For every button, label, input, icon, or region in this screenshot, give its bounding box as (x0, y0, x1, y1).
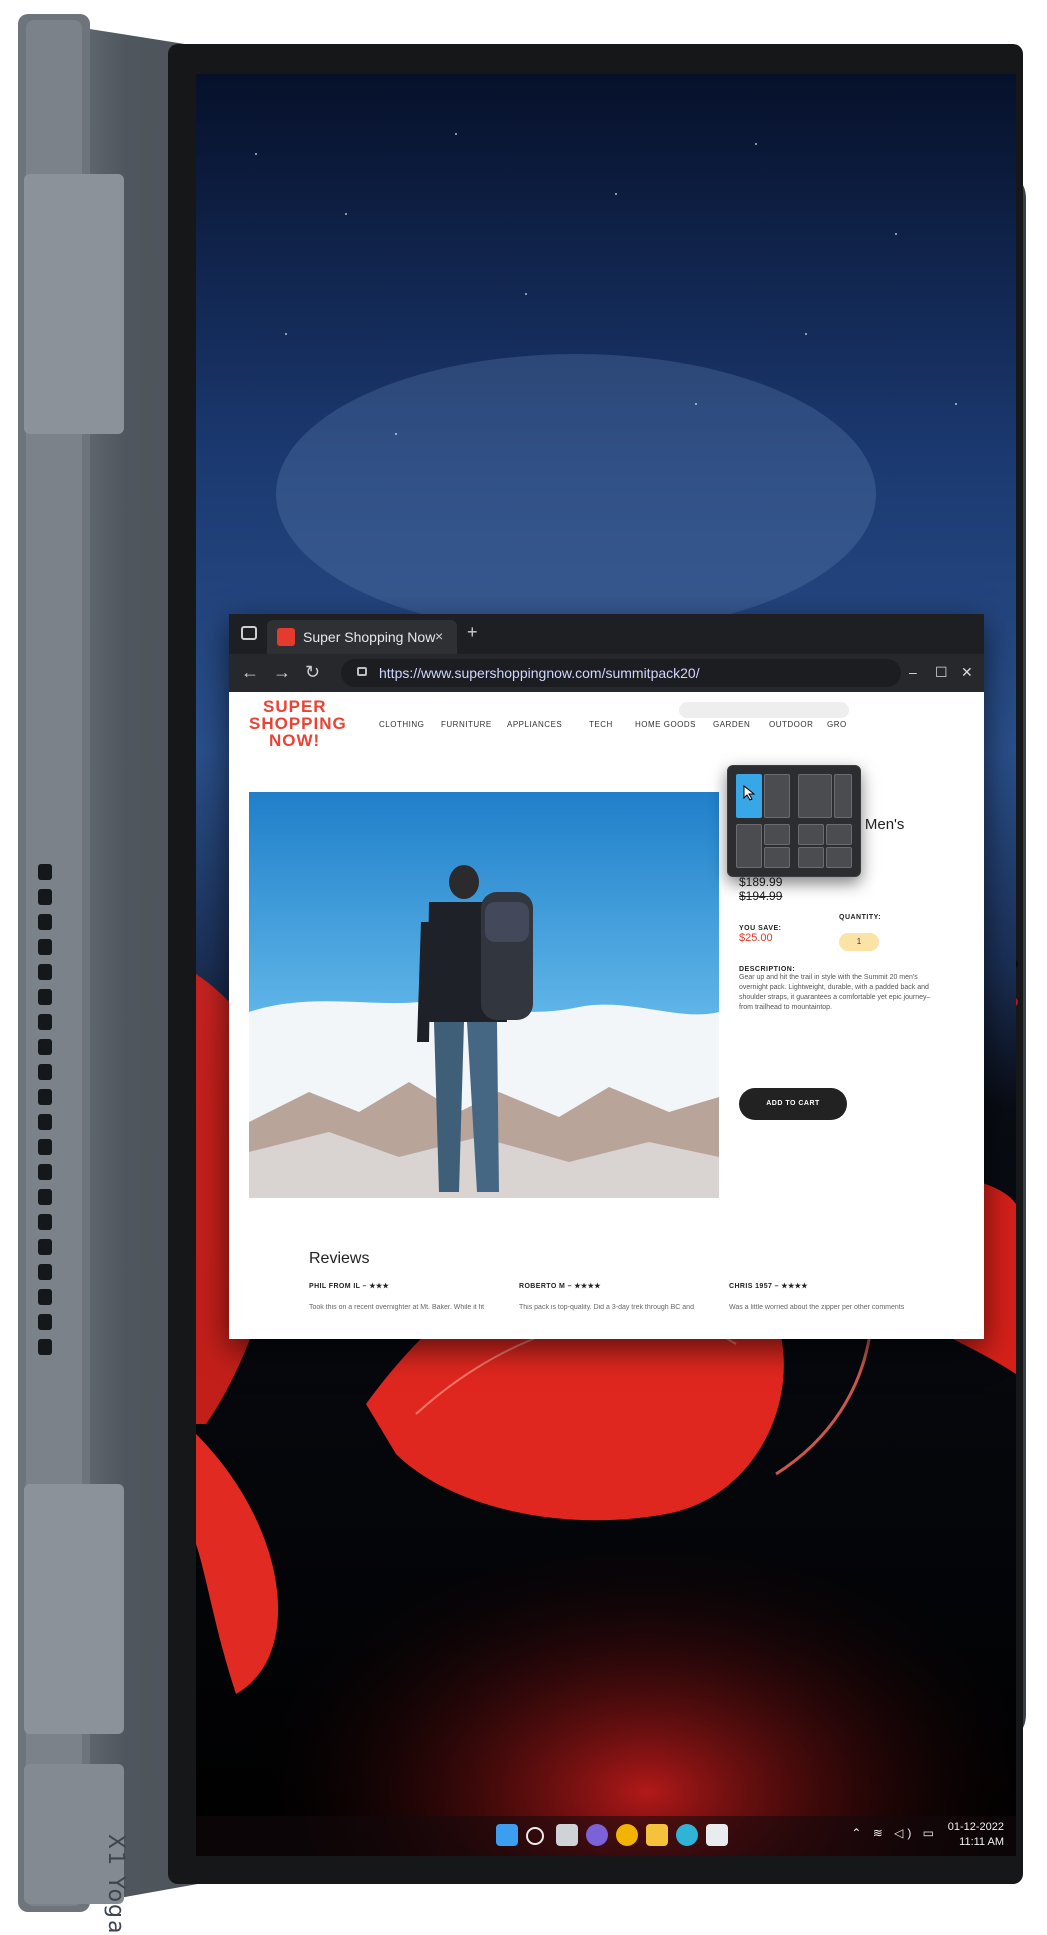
new-tab-icon[interactable]: + (467, 622, 478, 643)
menu-item-home-goods[interactable]: HOME GOODS (635, 720, 696, 729)
address-url[interactable]: https://www.supershoppingnow.com/summitp… (379, 665, 700, 681)
address-bar[interactable]: https://www.supershoppingnow.com/summitp… (341, 659, 901, 687)
task-view-icon[interactable] (556, 1824, 578, 1846)
description-label: DESCRIPTION: (739, 966, 796, 973)
screen: Super Shopping Now × + ← → ↻ https://www… (196, 74, 1016, 1856)
snap-zone-quad-tr[interactable] (826, 824, 852, 845)
maximize-icon[interactable]: ☐ (935, 664, 948, 681)
review-text: This pack is top-quality. Did a 3-day tr… (519, 1304, 694, 1311)
menu-item-garden[interactable]: GARDEN (713, 720, 750, 729)
review-item: ROBERTO M – ★★★★ This pack is top-qualit… (519, 1282, 709, 1311)
lock-icon (357, 667, 367, 676)
close-window-icon[interactable]: ✕ (961, 664, 973, 681)
review-text: Took this on a recent overnighter at Mt.… (309, 1304, 485, 1311)
current-price: $189.99 (739, 875, 783, 889)
review-text: Was a little worried about the zipper pe… (729, 1304, 905, 1311)
sidebar-toggle-icon[interactable] (241, 626, 257, 640)
logo-line-1: SUPER (263, 697, 327, 716)
laptop-device: Super Shopping Now × + ← → ↻ https://www… (18, 14, 1028, 1935)
menu-item-gro[interactable]: GRO (827, 720, 847, 729)
review-item: CHRIS 1957 – ★★★★ Was a little worried a… (729, 1282, 919, 1311)
snap-layouts-flyout (727, 765, 861, 877)
reload-icon[interactable]: ↻ (305, 662, 320, 683)
reviews-heading: Reviews (309, 1250, 370, 1267)
site-menu: CLOTHING FURNITURE APPLIANCES TECH HOME … (379, 720, 939, 740)
snap-zone-quad-tl[interactable] (798, 824, 824, 845)
clock-time: 11:11 AM (959, 1836, 1004, 1848)
price-block: LIST PRICE: $189.99 $194.99 QUANTITY: 1 … (739, 868, 969, 1011)
snap-zone-quad-bl[interactable] (798, 847, 824, 868)
system-tray[interactable]: ⌃ ≋ ◁) ▭ (851, 1826, 938, 1840)
tab-super-shopping-now[interactable]: Super Shopping Now × (267, 620, 457, 654)
site-logo[interactable]: SUPER SHOPPING NOW! (249, 698, 359, 758)
snap-zone-left-half[interactable] (736, 774, 762, 818)
taskbar-clock[interactable]: 01-12-2022 11:11 AM (948, 1820, 1004, 1850)
menu-item-tech[interactable]: TECH (589, 720, 613, 729)
review-item: PHIL FROM IL – ★★★ Took this on a recent… (309, 1282, 499, 1311)
snap-zone-top-right[interactable] (764, 824, 790, 845)
add-to-cart-button[interactable]: ADD TO CART (739, 1088, 847, 1120)
forward-icon[interactable]: → (273, 662, 291, 683)
logo-line-3: NOW! (269, 731, 321, 750)
menu-item-furniture[interactable]: FURNITURE (441, 720, 492, 729)
snap-zone-narrow-right[interactable] (834, 774, 852, 818)
review-author: ROBERTO M – ★★★★ (519, 1283, 601, 1290)
review-author: CHRIS 1957 – ★★★★ (729, 1283, 808, 1290)
file-explorer-icon[interactable] (646, 1824, 668, 1846)
snap-zone-bottom-right[interactable] (764, 847, 790, 868)
edge-icon[interactable] (676, 1824, 698, 1846)
site-favicon-icon (277, 628, 295, 646)
menu-item-appliances[interactable]: APPLIANCES (507, 720, 562, 729)
snap-zone-right-half[interactable] (764, 774, 790, 818)
notepad-icon[interactable] (706, 1824, 728, 1846)
chat-icon[interactable] (586, 1824, 608, 1846)
snap-zone-left-column[interactable] (736, 824, 762, 868)
menu-item-clothing[interactable]: CLOTHING (379, 720, 424, 729)
search-icon[interactable] (526, 1827, 544, 1845)
navigation-bar: ← → ↻ https://www.supershoppingnow.com/s… (229, 654, 984, 692)
tab-close-icon[interactable]: × (435, 628, 443, 644)
taskbar: ⌃ ≋ ◁) ▭ 01-12-2022 11:11 AM (196, 1816, 1016, 1856)
tab-title: Super Shopping Now (303, 629, 436, 645)
clock-date: 01-12-2022 (947, 1821, 1004, 1833)
quantity-stepper[interactable]: 1 (839, 933, 879, 951)
site-search-input[interactable] (679, 702, 849, 718)
you-save-label: YOU SAVE: (739, 925, 782, 932)
back-icon[interactable]: ← (241, 662, 259, 683)
web-page: SUPER SHOPPING NOW! CLOTHING FURNITURE A… (229, 692, 984, 1339)
review-author: PHIL FROM IL – ★★★ (309, 1283, 390, 1290)
windows-start-icon[interactable] (496, 1824, 518, 1846)
browser-window: Super Shopping Now × + ← → ↻ https://www… (229, 614, 984, 1339)
chrome-icon[interactable] (616, 1824, 638, 1846)
old-price: $194.99 (739, 889, 783, 903)
product-hero-image (249, 792, 719, 1198)
snap-zone-quad-br[interactable] (826, 847, 852, 868)
minimize-icon[interactable]: – (909, 664, 917, 680)
tab-bar: Super Shopping Now × + (229, 614, 984, 654)
cursor-icon (743, 785, 756, 801)
menu-item-outdoor[interactable]: OUTDOOR (769, 720, 813, 729)
logo-line-2: SHOPPING (249, 714, 347, 733)
description-text: Gear up and hit the trail in style with … (739, 974, 931, 1011)
device-brand-label: X1 Yoga (103, 1834, 128, 1935)
quantity-label: QUANTITY: (839, 914, 882, 921)
snap-zone-wide-left[interactable] (798, 774, 832, 818)
